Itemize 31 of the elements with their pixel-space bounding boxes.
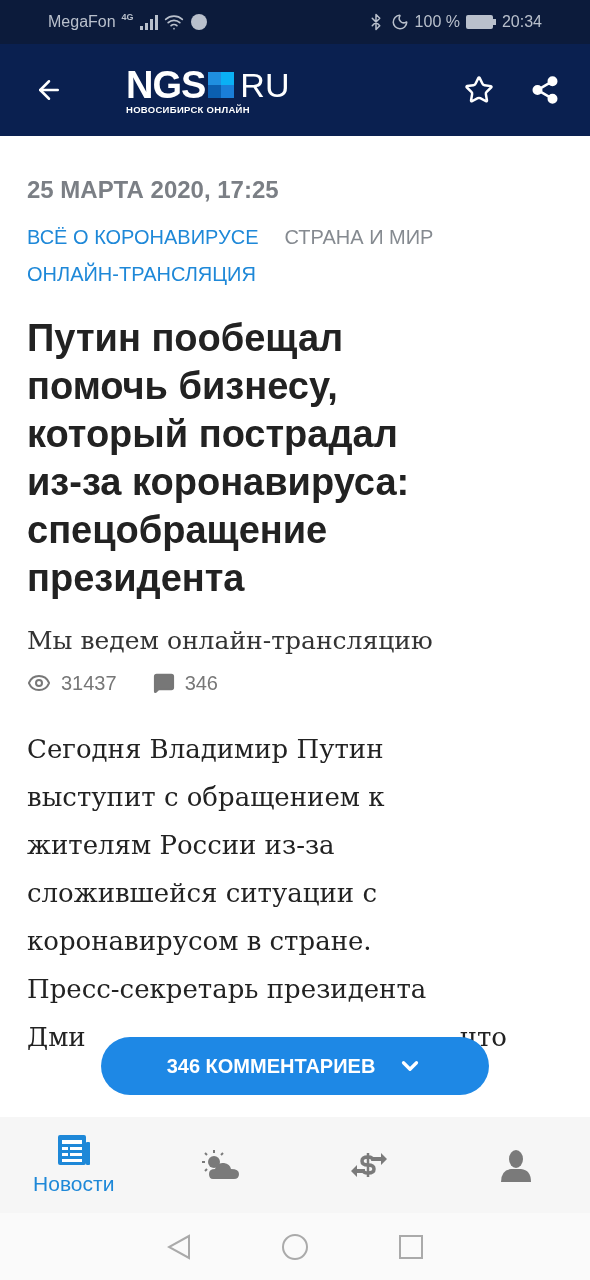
- newspaper-icon: [56, 1134, 91, 1168]
- article-tag[interactable]: СТРАНА И МИР: [284, 226, 434, 249]
- battery-percent: 100 %: [414, 13, 460, 31]
- signal-icon: [139, 14, 158, 30]
- wifi-icon: [163, 12, 184, 32]
- star-icon: [464, 75, 494, 105]
- logo-wordmark: NGS: [126, 65, 206, 104]
- logo-subtitle: НОВОСИБИРСК ОНЛАЙН: [126, 103, 251, 115]
- recent-square-icon[interactable]: [399, 1234, 423, 1259]
- article-body: Сегодня Владимир Путин выступит с обращением к жителям России из-за сложившейся ситуации с коронавирусом в стране. Пресс-секретарь президента: [27, 733, 428, 1006]
- comment-icon: [152, 672, 175, 694]
- logo-domain: RU: [240, 67, 290, 102]
- clock-time: 20:34: [501, 13, 542, 31]
- body-text-fragment: Дми: [27, 1021, 86, 1054]
- user-icon: [499, 1148, 534, 1182]
- article-title: Путин пообещал помочь бизнесу, который пострадал из-за коронавируса: спецобращение президента: [27, 316, 411, 601]
- logo-squares-icon: [208, 71, 235, 98]
- article-lead: Мы ведем онлайн-трансляцию: [27, 626, 434, 655]
- article-date: 25 МАРТА 2020, 17:25: [27, 176, 280, 204]
- sun-cloud-icon: [201, 1149, 242, 1181]
- comment-count: 346: [184, 671, 218, 695]
- article-tag[interactable]: ОНЛАЙН-ТРАНСЛЯЦИЯ: [27, 263, 256, 286]
- back-triangle-icon[interactable]: [167, 1233, 191, 1260]
- share-icon: [530, 75, 560, 105]
- carrier-name: MegaFon: [48, 13, 116, 31]
- article-tag[interactable]: ВСЁ О КОРОНАВИРУСЕ: [27, 226, 259, 249]
- view-count: 31437: [61, 671, 117, 695]
- moon-icon: [390, 13, 409, 31]
- network-type: 4G: [121, 12, 134, 22]
- home-circle-icon[interactable]: [281, 1232, 309, 1261]
- battery-icon: [465, 15, 496, 29]
